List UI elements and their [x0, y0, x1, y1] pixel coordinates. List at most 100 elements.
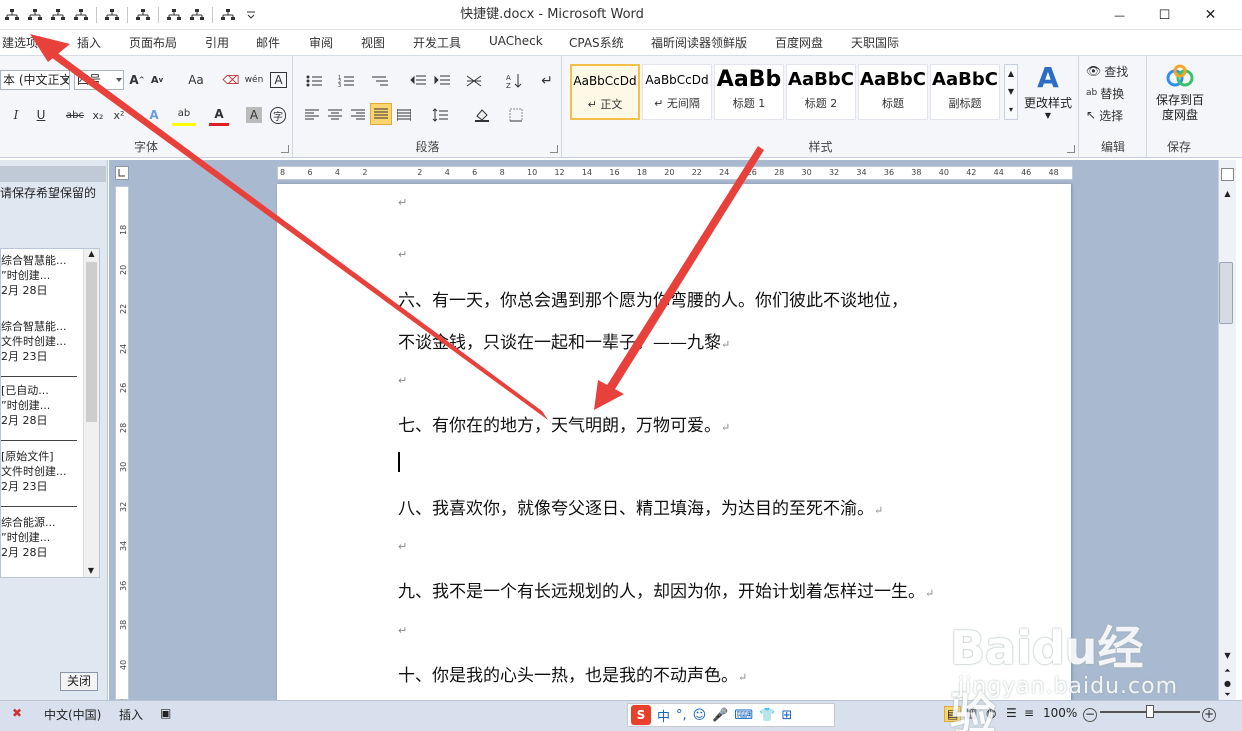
tab-foxit[interactable]: 福昕阅读器领鲜版: [651, 34, 747, 51]
close-pane-button[interactable]: 关闭: [60, 672, 98, 691]
clear-format-icon[interactable]: ⌫: [222, 69, 240, 91]
ime-language-icon[interactable]: 中: [657, 706, 670, 725]
select-button[interactable]: ↖ 选择: [1086, 104, 1146, 126]
paragraph-8[interactable]: 八、我喜欢你，就像夸父逐日、精卫填海，为达目的至死不渝。↵: [398, 494, 883, 519]
tab-references[interactable]: 引用: [205, 34, 229, 51]
style-heading-2[interactable]: AaBbC 标题 2: [786, 64, 856, 120]
ruler-toggle-icon[interactable]: [1221, 168, 1234, 181]
browse-object-icon[interactable]: ●: [1219, 679, 1236, 688]
multilevel-list-icon[interactable]: [368, 70, 392, 92]
list-item[interactable]: [已自动... ”时创建... 2月 28日: [1, 383, 85, 428]
emoji-icon[interactable]: ☺: [693, 708, 707, 723]
list-scrollbar[interactable]: ▲ ▼: [83, 249, 99, 577]
tab-uacheck[interactable]: UACheck: [489, 34, 543, 48]
paragraph-6-line-2[interactable]: 不谈金钱，只谈在一起和一辈子。——九黎↵: [398, 328, 730, 353]
tab-developer[interactable]: 开发工具: [413, 34, 461, 51]
show-marks-icon[interactable]: ↵: [538, 70, 556, 92]
horizontal-ruler[interactable]: 8 6 4 2 2 4 6 8 10 12 14 16 18 20 22 24 26 28 30 32 34 36 38 40…: [277, 166, 1073, 180]
style-subtitle[interactable]: AaBbC 副标题: [930, 64, 1000, 120]
list-item[interactable]: 综合能源... ”时创建... 2月 28日: [1, 515, 85, 560]
save-to-baidu-button[interactable]: 保存到百度网盘: [1152, 64, 1208, 123]
underline-button[interactable]: U: [30, 104, 52, 126]
keyboard-icon[interactable]: ⌨: [734, 708, 753, 723]
shrink-font-button[interactable]: Av: [148, 69, 166, 91]
style-no-spacing[interactable]: AaBbCcDd ↵ 无间隔: [642, 64, 712, 120]
style-normal[interactable]: AaBbCcDd ↵ 正文: [570, 64, 640, 120]
superscript-button[interactable]: x²: [110, 104, 128, 126]
font-size-combo[interactable]: 四号: [74, 70, 124, 90]
styles-gallery-scroll[interactable]: ▲ ▼ ▾: [1004, 64, 1018, 120]
tab-insert[interactable]: 插入: [77, 34, 101, 51]
list-item[interactable]: [原始文件] 文件时创建... 2月 23日: [1, 449, 85, 494]
close-button[interactable]: ✕: [1188, 0, 1233, 30]
tab-mailings[interactable]: 邮件: [256, 34, 280, 51]
borders-icon[interactable]: [504, 104, 528, 126]
paragraph-10[interactable]: 十、你是我的心头一热，也是我的不动声色。↵: [398, 661, 747, 686]
chevron-down-icon[interactable]: ▼: [1219, 651, 1236, 660]
chinese-layout-icon[interactable]: [462, 70, 486, 92]
macro-record-icon[interactable]: ▣: [160, 706, 171, 720]
skin-icon[interactable]: 👕: [759, 708, 775, 723]
replace-button[interactable]: ab 替换: [1086, 82, 1146, 104]
line-spacing-icon[interactable]: [428, 104, 452, 126]
align-right-icon[interactable]: [348, 104, 368, 126]
vertical-ruler[interactable]: 18202224262830323436384042: [115, 186, 129, 709]
insert-mode-status[interactable]: 插入: [119, 706, 143, 723]
tab-baidu-netdisk[interactable]: 百度网盘: [775, 34, 823, 51]
find-button[interactable]: 👁 查找: [1086, 60, 1146, 82]
maximize-button[interactable]: ☐: [1142, 0, 1187, 30]
list-item[interactable]: 综合智慧能... ”时创建... 2月 28日: [1, 253, 85, 298]
change-case-button[interactable]: Aa: [183, 69, 209, 91]
decrease-indent-icon[interactable]: [408, 70, 428, 92]
tab-selector[interactable]: [115, 166, 129, 180]
tab-cpas[interactable]: CPAS系统: [569, 34, 624, 51]
paragraph-7[interactable]: 七、有你在的地方，天气明朗，万物可爱。↵: [398, 411, 730, 436]
chevron-up-icon[interactable]: ▲: [1219, 189, 1236, 198]
grow-font-button[interactable]: A ^: [128, 69, 146, 91]
text-effects-button[interactable]: A: [143, 104, 165, 126]
minimize-button[interactable]: —: [1097, 0, 1142, 30]
dialog-launcher-icon[interactable]: [550, 145, 558, 153]
paragraph-6-line-1[interactable]: 六、有一天，你总会遇到那个愿为你弯腰的人。你们彼此不谈地位，: [398, 286, 908, 311]
char-shading-button[interactable]: A: [246, 107, 262, 123]
sogou-logo-icon[interactable]: S: [631, 705, 651, 725]
dialog-launcher-icon[interactable]: [1067, 145, 1075, 153]
numbering-icon[interactable]: 123: [334, 70, 358, 92]
next-page-icon[interactable]: ⏷: [1219, 690, 1236, 700]
italic-button[interactable]: I: [8, 104, 24, 126]
tab-review[interactable]: 审阅: [309, 34, 333, 51]
scroll-thumb[interactable]: [86, 262, 97, 422]
highlight-button[interactable]: ab: [172, 104, 196, 126]
list-item[interactable]: 综合智慧能... 文件时创建... 2月 23日: [1, 319, 85, 364]
subscript-button[interactable]: x₂: [89, 104, 107, 126]
justify-icon[interactable]: [370, 103, 392, 125]
tab-tianzhi[interactable]: 天职国际: [851, 34, 899, 51]
enclose-char-button[interactable]: 字: [268, 104, 288, 126]
prev-page-icon[interactable]: ⏶: [1219, 666, 1236, 676]
style-title[interactable]: AaBbC 标题: [858, 64, 928, 120]
zoom-in-button[interactable]: +: [1202, 708, 1216, 722]
font-color-button[interactable]: A: [209, 104, 229, 126]
shading-icon[interactable]: [470, 104, 494, 126]
phonetic-guide-button[interactable]: wén: [244, 69, 264, 91]
microphone-icon[interactable]: 🎤: [712, 708, 728, 723]
tab-view[interactable]: 视图: [361, 34, 385, 51]
sort-icon[interactable]: AZ: [504, 70, 524, 92]
language-status[interactable]: 中文(中国): [44, 706, 101, 723]
font-name-combo[interactable]: 本 (中文正文: [0, 70, 70, 90]
char-border-button[interactable]: A: [270, 72, 287, 88]
align-left-icon[interactable]: [302, 104, 322, 126]
change-styles-button[interactable]: A 更改样式 ▼: [1022, 62, 1074, 132]
distributed-icon[interactable]: [394, 104, 414, 126]
paragraph-9[interactable]: 九、我不是一个有长远规划的人，却因为你，开始计划着怎样过一生。↵: [398, 577, 934, 602]
strikethrough-button[interactable]: abc: [64, 104, 86, 126]
tab-page-layout[interactable]: 页面布局: [129, 34, 177, 51]
dialog-launcher-icon[interactable]: [281, 145, 289, 153]
scroll-thumb[interactable]: [1219, 262, 1233, 324]
bullets-icon[interactable]: [302, 70, 326, 92]
vertical-scrollbar[interactable]: ▲ ▼ ⏶ ● ⏷: [1218, 160, 1236, 700]
tab-0[interactable]: 建选项: [2, 34, 38, 51]
toolbox-icon[interactable]: ⊞: [781, 708, 792, 723]
increase-indent-icon[interactable]: [432, 70, 452, 92]
style-heading-1[interactable]: AaBb 标题 1: [714, 64, 784, 120]
